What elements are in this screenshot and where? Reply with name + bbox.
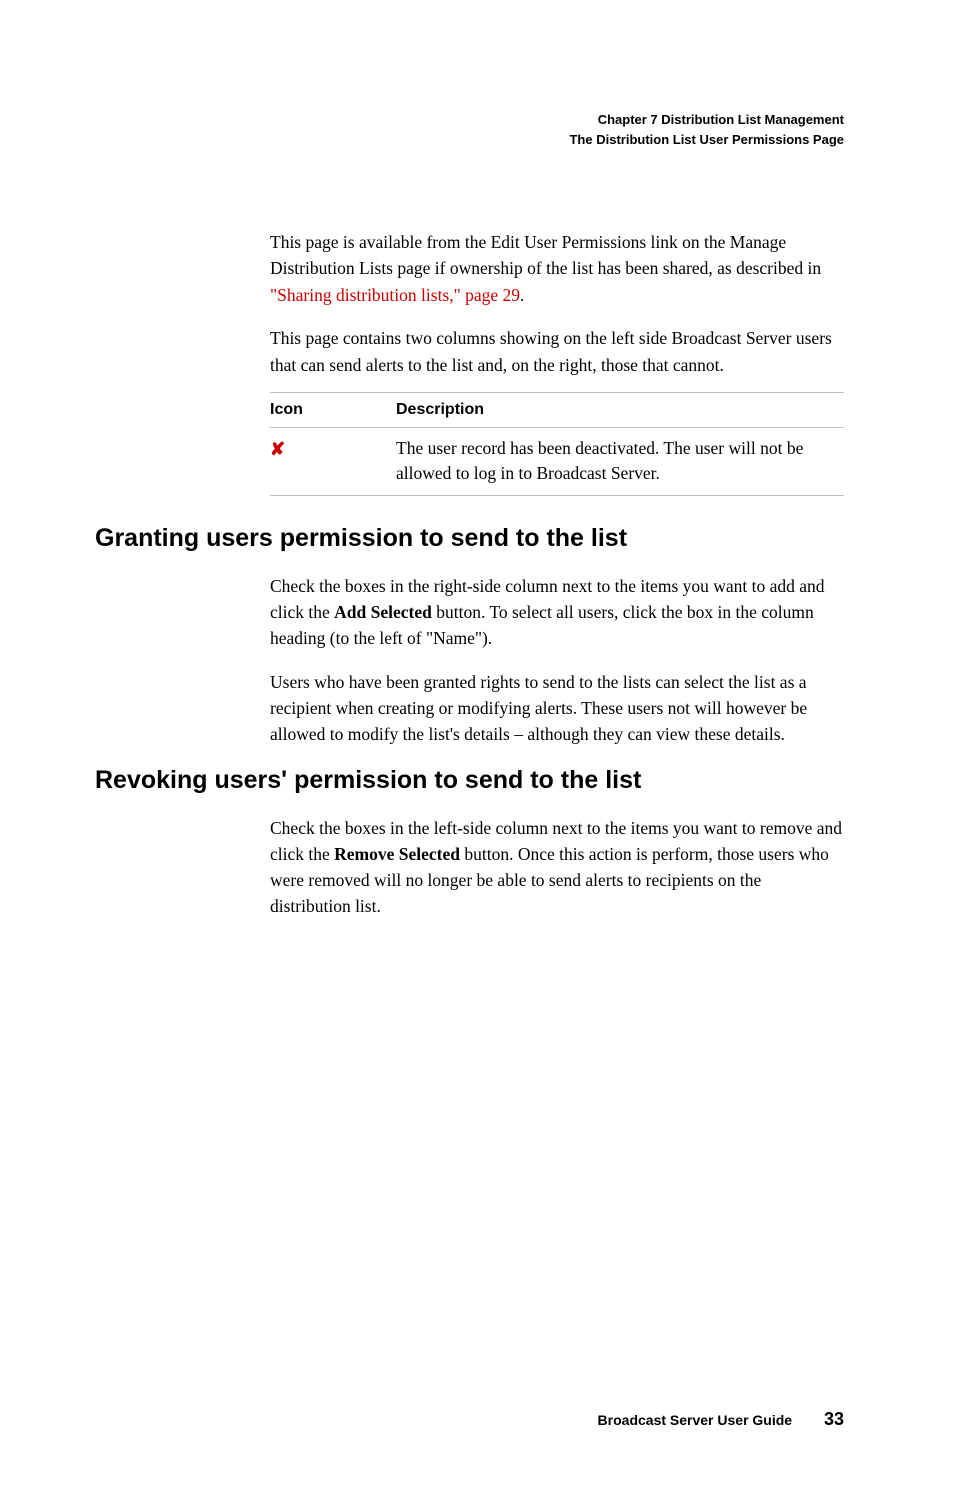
grant-paragraph-2: Users who have been granted rights to se… xyxy=(270,669,844,748)
add-selected-label: Add Selected xyxy=(334,602,432,622)
heading-revoking-permission: Revoking users' permission to send to th… xyxy=(95,766,844,795)
intro-p1-suffix: . xyxy=(520,285,524,305)
sharing-lists-link[interactable]: "Sharing distribution lists," page 29 xyxy=(270,285,520,305)
page-footer: Broadcast Server User Guide 33 xyxy=(95,1409,844,1430)
page-number: 33 xyxy=(824,1409,844,1430)
chapter-line: Chapter 7 Distribution List Management xyxy=(95,110,844,130)
col-header-description: Description xyxy=(396,392,844,427)
icon-legend-table: Icon Description ✘ The user record has b… xyxy=(270,392,844,496)
deactivated-description: The user record has been deactivated. Th… xyxy=(396,427,844,495)
intro-paragraph-1: This page is available from the Edit Use… xyxy=(270,229,844,308)
intro-paragraph-2: This page contains two columns showing o… xyxy=(270,325,844,378)
page-header: Chapter 7 Distribution List Management T… xyxy=(95,110,844,149)
guide-title: Broadcast Server User Guide xyxy=(598,1412,793,1428)
section-line: The Distribution List User Permissions P… xyxy=(95,130,844,150)
revoke-paragraph-1: Check the boxes in the left-side column … xyxy=(270,815,844,920)
col-header-icon: Icon xyxy=(270,392,396,427)
table-row: ✘ The user record has been deactivated. … xyxy=(270,427,844,495)
grant-paragraph-1: Check the boxes in the right-side column… xyxy=(270,573,844,652)
intro-p1-prefix: This page is available from the Edit Use… xyxy=(270,232,821,278)
remove-selected-label: Remove Selected xyxy=(334,844,460,864)
deactivated-icon: ✘ xyxy=(270,427,396,495)
table-header-row: Icon Description xyxy=(270,392,844,427)
heading-granting-permission: Granting users permission to send to the… xyxy=(95,524,844,553)
